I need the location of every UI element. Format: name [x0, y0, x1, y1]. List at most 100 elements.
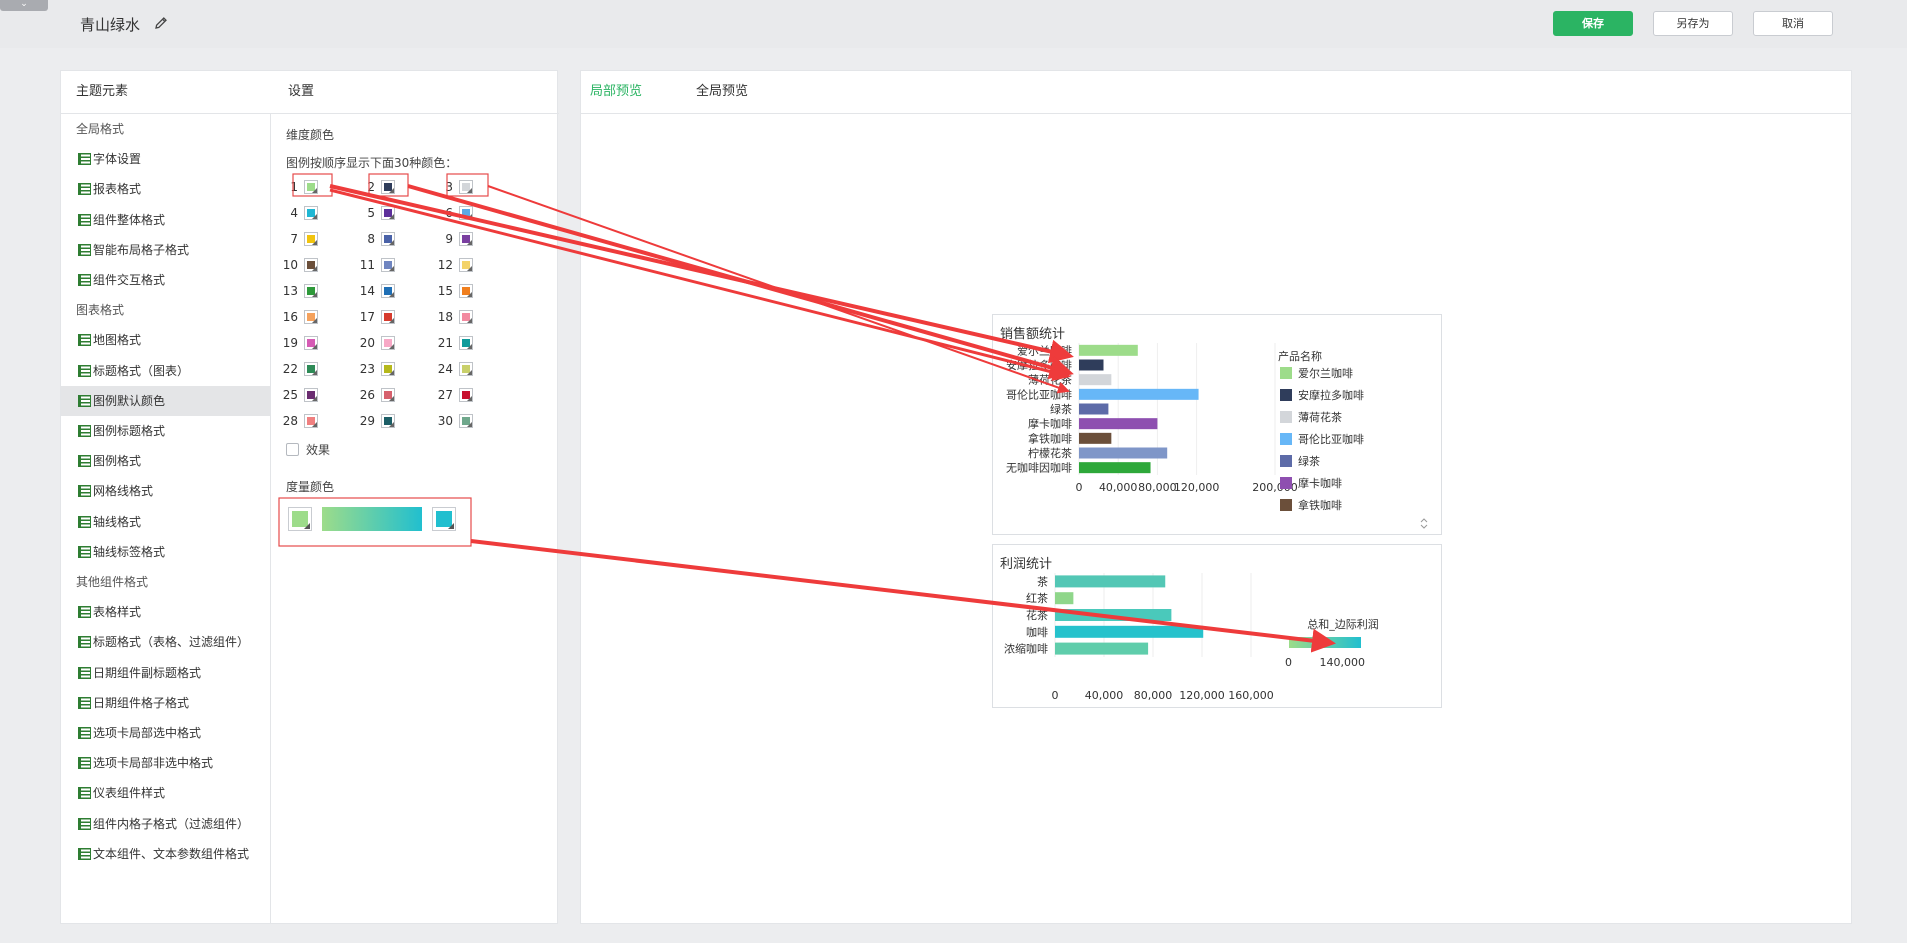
profit-chart-card[interactable]: 利润统计 0 40,000 80,000 120,000 160,000 茶红茶 花茶 咖啡浓…	[992, 544, 1442, 708]
sales-chart-card[interactable]: 销售额统计 0 40,000 80,000 120,000 200,000 爱尔兰咖啡 安摩…	[992, 314, 1442, 535]
nav-item[interactable]: 组件内格子格式（过滤组件）	[61, 809, 270, 839]
effect-checkbox[interactable]	[286, 443, 299, 456]
save-as-button[interactable]: 另存为	[1653, 11, 1733, 36]
color-swatch[interactable]	[304, 310, 318, 324]
palette-color-item[interactable]: 22	[278, 360, 318, 378]
palette-color-item[interactable]: 15	[433, 282, 473, 300]
nav-item[interactable]: 图例默认颜色	[61, 385, 270, 416]
color-swatch[interactable]	[459, 388, 473, 402]
color-swatch[interactable]	[459, 310, 473, 324]
palette-color-item[interactable]: 7	[278, 230, 318, 248]
nav-item[interactable]: 表格样式	[61, 597, 270, 627]
color-swatch[interactable]	[459, 284, 473, 298]
palette-color-item[interactable]: 16	[278, 308, 318, 326]
palette-color-item[interactable]: 30	[433, 412, 473, 430]
cancel-button[interactable]: 取消	[1753, 11, 1833, 36]
nav-item[interactable]: 轴线格式	[61, 507, 270, 537]
corner-marker-icon	[467, 396, 472, 401]
nav-item[interactable]: 智能布局格子格式	[61, 235, 270, 265]
color-swatch[interactable]	[381, 310, 395, 324]
color-swatch[interactable]	[304, 180, 318, 194]
palette-color-item[interactable]: 13	[278, 282, 318, 300]
nav-item[interactable]: 报表格式	[61, 174, 270, 204]
palette-color-item[interactable]: 3	[433, 178, 473, 196]
color-swatch[interactable]	[459, 362, 473, 376]
nav-item[interactable]: 组件交互格式	[61, 265, 270, 295]
color-swatch[interactable]	[381, 362, 395, 376]
color-swatch[interactable]	[459, 206, 473, 220]
legend-item: 拿铁咖啡	[1298, 498, 1342, 512]
nav-item[interactable]: 标题格式（表格、过滤组件）	[61, 627, 270, 657]
palette-color-item[interactable]: 5	[355, 204, 395, 222]
color-swatch[interactable]	[304, 336, 318, 350]
palette-color-item[interactable]: 17	[355, 308, 395, 326]
nav-item[interactable]: 全局格式	[61, 114, 270, 144]
color-swatch[interactable]	[381, 180, 395, 194]
color-swatch[interactable]	[381, 206, 395, 220]
nav-item[interactable]: 文本组件、文本参数组件格式	[61, 839, 270, 869]
palette-color-item[interactable]: 8	[355, 230, 395, 248]
palette-color-item[interactable]: 20	[355, 334, 395, 352]
save-button[interactable]: 保存	[1553, 11, 1633, 36]
tab-global-preview[interactable]: 全局预览	[696, 71, 748, 113]
nav-item[interactable]: 图例格式	[61, 446, 270, 476]
color-swatch[interactable]	[304, 388, 318, 402]
color-swatch[interactable]	[381, 284, 395, 298]
palette-color-item[interactable]: 4	[278, 204, 318, 222]
palette-color-item[interactable]: 26	[355, 386, 395, 404]
color-swatch[interactable]	[304, 232, 318, 246]
palette-color-item[interactable]: 18	[433, 308, 473, 326]
color-swatch[interactable]	[304, 206, 318, 220]
color-swatch[interactable]	[381, 336, 395, 350]
color-swatch[interactable]	[304, 362, 318, 376]
color-swatch[interactable]	[304, 414, 318, 428]
palette-color-item[interactable]: 25	[278, 386, 318, 404]
palette-color-item[interactable]: 6	[433, 204, 473, 222]
nav-item[interactable]: 日期组件副标题格式	[61, 658, 270, 688]
nav-item[interactable]: 选项卡局部非选中格式	[61, 748, 270, 778]
palette-color-item[interactable]: 14	[355, 282, 395, 300]
palette-color-item[interactable]: 23	[355, 360, 395, 378]
color-swatch[interactable]	[304, 258, 318, 272]
nav-item[interactable]: 网格线格式	[61, 476, 270, 506]
palette-color-item[interactable]: 19	[278, 334, 318, 352]
nav-item-label: 智能布局格子格式	[93, 242, 190, 257]
palette-color-item[interactable]: 29	[355, 412, 395, 430]
gradient-end-swatch[interactable]	[432, 507, 456, 531]
collapse-toggle[interactable]: ⌄	[0, 0, 48, 11]
palette-color-item[interactable]: 9	[433, 230, 473, 248]
palette-color-item[interactable]: 12	[433, 256, 473, 274]
color-swatch[interactable]	[381, 232, 395, 246]
color-swatch[interactable]	[381, 414, 395, 428]
nav-item[interactable]: 组件整体格式	[61, 205, 270, 235]
tab-local-preview[interactable]: 局部预览	[590, 71, 642, 113]
palette-color-item[interactable]: 24	[433, 360, 473, 378]
color-swatch[interactable]	[459, 180, 473, 194]
color-swatch[interactable]	[459, 414, 473, 428]
palette-color-item[interactable]: 1	[278, 178, 318, 196]
nav-item[interactable]: 地图格式	[61, 325, 270, 355]
nav-item[interactable]: 字体设置	[61, 144, 270, 174]
palette-color-item[interactable]: 11	[355, 256, 395, 274]
nav-item[interactable]: 日期组件格子格式	[61, 688, 270, 718]
palette-color-item[interactable]: 27	[433, 386, 473, 404]
nav-item[interactable]: 选项卡局部选中格式	[61, 718, 270, 748]
nav-item[interactable]: 图例标题格式	[61, 416, 270, 446]
gradient-start-swatch[interactable]	[288, 507, 312, 531]
palette-color-item[interactable]: 28	[278, 412, 318, 430]
pencil-icon[interactable]	[154, 16, 168, 30]
palette-color-item[interactable]: 2	[355, 178, 395, 196]
color-swatch[interactable]	[381, 388, 395, 402]
palette-color-item[interactable]: 21	[433, 334, 473, 352]
color-swatch[interactable]	[304, 284, 318, 298]
nav-item[interactable]: 标题格式（图表）	[61, 356, 270, 386]
color-swatch[interactable]	[459, 336, 473, 350]
color-swatch[interactable]	[459, 258, 473, 272]
nav-item[interactable]: 仪表组件样式	[61, 778, 270, 808]
nav-item[interactable]: 轴线标签格式	[61, 537, 270, 567]
color-swatch[interactable]	[459, 232, 473, 246]
color-swatch[interactable]	[381, 258, 395, 272]
palette-color-item[interactable]: 10	[278, 256, 318, 274]
nav-item[interactable]: 其他组件格式	[61, 567, 270, 597]
nav-item[interactable]: 图表格式	[61, 295, 270, 325]
